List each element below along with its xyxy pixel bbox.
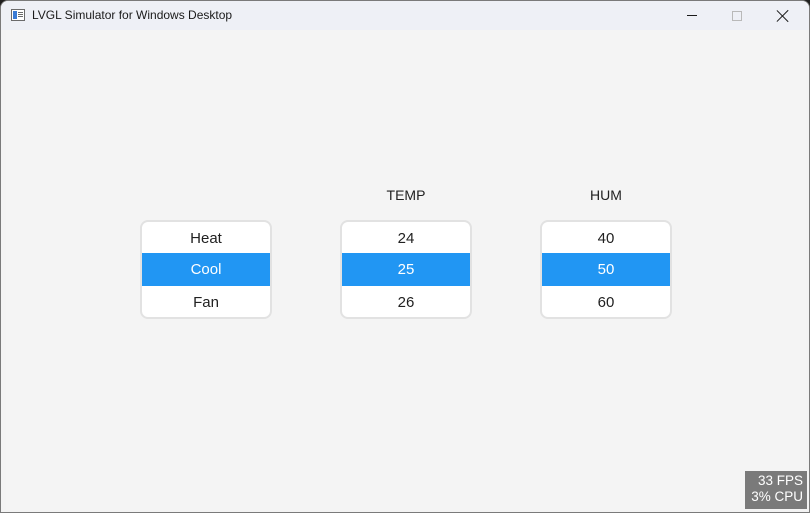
roller-option-selected[interactable]: 50 (542, 253, 670, 286)
lvgl-canvas: Heat Cool Fan TEMP 24 25 26 HUM 40 50 60… (6, 30, 807, 510)
roller-option[interactable]: Fan (142, 286, 270, 317)
window-title: LVGL Simulator for Windows Desktop (32, 8, 233, 22)
minimize-button[interactable] (669, 1, 715, 30)
app-window: LVGL Simulator for Windows Desktop Heat … (0, 0, 810, 513)
roller-option[interactable]: 40 (542, 222, 670, 254)
perf-monitor: 33 FPS 3% CPU (745, 471, 807, 509)
app-icon (11, 9, 25, 21)
minimize-icon (687, 15, 697, 16)
cpu-readout: 3% CPU (751, 489, 803, 504)
close-icon (777, 10, 789, 22)
roller-option[interactable]: 60 (542, 286, 670, 317)
roller-option[interactable]: 24 (342, 222, 470, 254)
title-bar[interactable]: LVGL Simulator for Windows Desktop (1, 1, 809, 30)
temp-label: TEMP (386, 187, 426, 203)
hum-roller[interactable]: 40 50 60 (540, 220, 672, 319)
hum-label: HUM (590, 187, 622, 203)
roller-option-selected[interactable]: Cool (142, 253, 270, 286)
roller-option-selected[interactable]: 25 (342, 253, 470, 286)
roller-option[interactable]: Heat (142, 222, 270, 254)
mode-roller[interactable]: Heat Cool Fan (140, 220, 272, 319)
roller-option[interactable]: 26 (342, 286, 470, 317)
maximize-button[interactable] (714, 1, 760, 30)
maximize-icon (732, 10, 742, 21)
temp-roller[interactable]: 24 25 26 (340, 220, 472, 319)
close-button[interactable] (760, 1, 806, 30)
fps-readout: 33 FPS (757, 473, 803, 488)
